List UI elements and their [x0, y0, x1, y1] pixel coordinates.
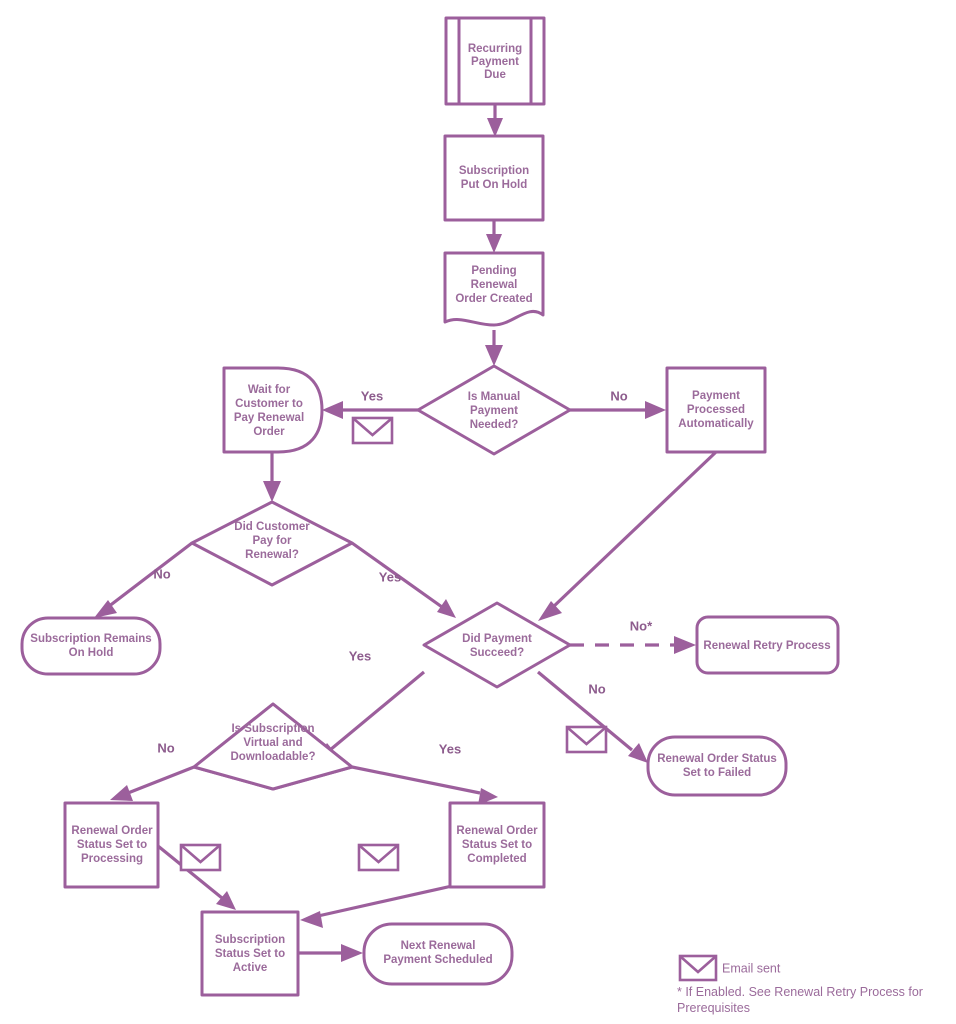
node-label: Payment: [471, 56, 519, 68]
edge-auto-to-succeed: [538, 450, 718, 621]
node-label: Renewal Order: [456, 825, 538, 837]
node-subscription-remains-on-hold[interactable]: Subscription Remains On Hold: [20, 616, 162, 676]
node-label: Is Subscription: [231, 723, 314, 735]
envelope-icon: [678, 954, 718, 982]
edge-label-virtual-yes: Yes: [439, 741, 461, 756]
node-label: Wait for: [248, 384, 291, 396]
node-wait-for-customer-to-pay[interactable]: Wait for Customer to Pay Renewal Order: [222, 366, 324, 454]
node-label: Processing: [81, 853, 143, 865]
node-subscription-status-active[interactable]: Subscription Status Set to Active: [200, 910, 300, 997]
legend-footnote-line1: * If Enabled. See Renewal Retry Process …: [677, 985, 923, 999]
node-label: Payment Scheduled: [383, 954, 492, 966]
edges-layer: [94, 104, 718, 962]
edge-label-manual-yes: Yes: [361, 388, 383, 403]
edge-wait-to-didpay: [263, 452, 281, 502]
node-label: Order: [253, 426, 285, 438]
edge-hold-to-pending: [486, 220, 502, 253]
node-label: Recurring: [468, 43, 522, 55]
node-label: Completed: [467, 853, 526, 865]
node-label: Renewal Order: [71, 825, 153, 837]
node-label: Renewal?: [245, 549, 299, 561]
legend-footnote-line2: Prerequisites: [677, 1001, 750, 1015]
node-label: Did Payment: [462, 633, 532, 645]
flowchart-svg: Recurring Payment Due Subscription Put O…: [20, 16, 923, 1015]
edge-pending-to-manual: [485, 330, 503, 366]
edge-label-customer-pay-no: No: [153, 566, 170, 581]
node-label: Downloadable?: [231, 751, 316, 763]
node-label: Needed?: [470, 419, 519, 431]
node-label: Pay Renewal: [234, 412, 304, 424]
edge-label-virtual-no: No: [157, 740, 174, 755]
node-label: Did Customer: [234, 521, 310, 533]
edge-label-customer-pay-yes: Yes: [379, 569, 401, 584]
node-label: Pending: [471, 265, 516, 277]
node-label: Renewal Order Status: [657, 753, 777, 765]
node-label: Status Set to: [215, 948, 285, 960]
edge-label-succeed-yes: Yes: [349, 648, 371, 663]
edge-active-to-next: [298, 944, 363, 962]
node-payment-processed-automatically[interactable]: Payment Processed Automatically: [665, 366, 767, 454]
node-is-subscription-virtual-downloadable[interactable]: Is Subscription Virtual and Downloadable…: [192, 702, 354, 791]
legend-email-label: Email sent: [722, 961, 781, 975]
node-label: Automatically: [678, 418, 754, 430]
edge-completed-to-active: [300, 884, 453, 928]
node-label: Payment: [470, 405, 518, 417]
node-renewal-order-status-completed[interactable]: Renewal Order Status Set to Completed: [448, 801, 546, 889]
node-label: Succeed?: [470, 647, 524, 659]
node-label: Customer to: [235, 398, 303, 410]
edge-label-succeed-no: No: [588, 681, 605, 696]
node-renewal-order-status-processing[interactable]: Renewal Order Status Set to Processing: [63, 801, 160, 889]
envelope-icon: [179, 843, 222, 872]
edge-label-manual-no: No: [610, 388, 627, 403]
node-recurring-payment-due[interactable]: Recurring Payment Due: [444, 16, 546, 106]
node-label: Status Set to: [77, 839, 147, 851]
edge-due-to-hold: [487, 104, 503, 137]
legend: Email sent * If Enabled. See Renewal Ret…: [677, 954, 923, 1015]
edge-virtual-no: [110, 765, 195, 801]
node-label: Renewal Retry Process: [703, 640, 830, 652]
node-label: Order Created: [455, 293, 532, 305]
envelope-icon: [351, 416, 394, 445]
node-label: Status Set to: [462, 839, 532, 851]
node-subscription-put-on-hold[interactable]: Subscription Put On Hold: [443, 134, 545, 222]
flowchart-canvas: Recurring Payment Due Subscription Put O…: [0, 0, 956, 1024]
node-label: Put On Hold: [461, 179, 527, 191]
node-label: Subscription Remains: [30, 633, 151, 645]
node-label: Pay for: [253, 535, 293, 547]
edge-didpay-no: [94, 541, 193, 618]
node-label: Payment: [692, 390, 740, 402]
node-label: Processed: [687, 404, 745, 416]
edge-succeed-nostar: [570, 636, 696, 654]
edge-manual-yes: [322, 401, 418, 419]
edge-label-succeed-nostar: No*: [630, 618, 653, 633]
node-next-renewal-payment-scheduled[interactable]: Next Renewal Payment Scheduled: [362, 922, 514, 986]
node-label: Virtual and: [243, 737, 302, 749]
node-renewal-retry-process[interactable]: Renewal Retry Process: [695, 615, 840, 675]
node-is-manual-payment-needed[interactable]: Is Manual Payment Needed?: [416, 364, 572, 456]
node-label: Due: [484, 69, 506, 81]
envelope-icon: [357, 843, 400, 872]
edge-didpay-yes: [351, 541, 456, 618]
node-label: Set to Failed: [683, 767, 751, 779]
node-label: On Hold: [69, 647, 114, 659]
node-label: Active: [233, 962, 268, 974]
node-label: Renewal: [471, 279, 518, 291]
node-label: Next Renewal: [401, 940, 476, 952]
node-label: Subscription: [215, 934, 285, 946]
node-label: Is Manual: [468, 391, 520, 403]
node-pending-renewal-order-created[interactable]: Pending Renewal Order Created: [443, 251, 545, 327]
edge-manual-no: [570, 401, 666, 419]
node-did-customer-pay-for-renewal[interactable]: Did Customer Pay for Renewal?: [190, 500, 354, 587]
node-renewal-order-status-failed[interactable]: Renewal Order Status Set to Failed: [646, 735, 788, 797]
node-label: Subscription: [459, 165, 529, 177]
envelope-icon: [565, 725, 608, 754]
edge-virtual-yes: [351, 765, 498, 805]
